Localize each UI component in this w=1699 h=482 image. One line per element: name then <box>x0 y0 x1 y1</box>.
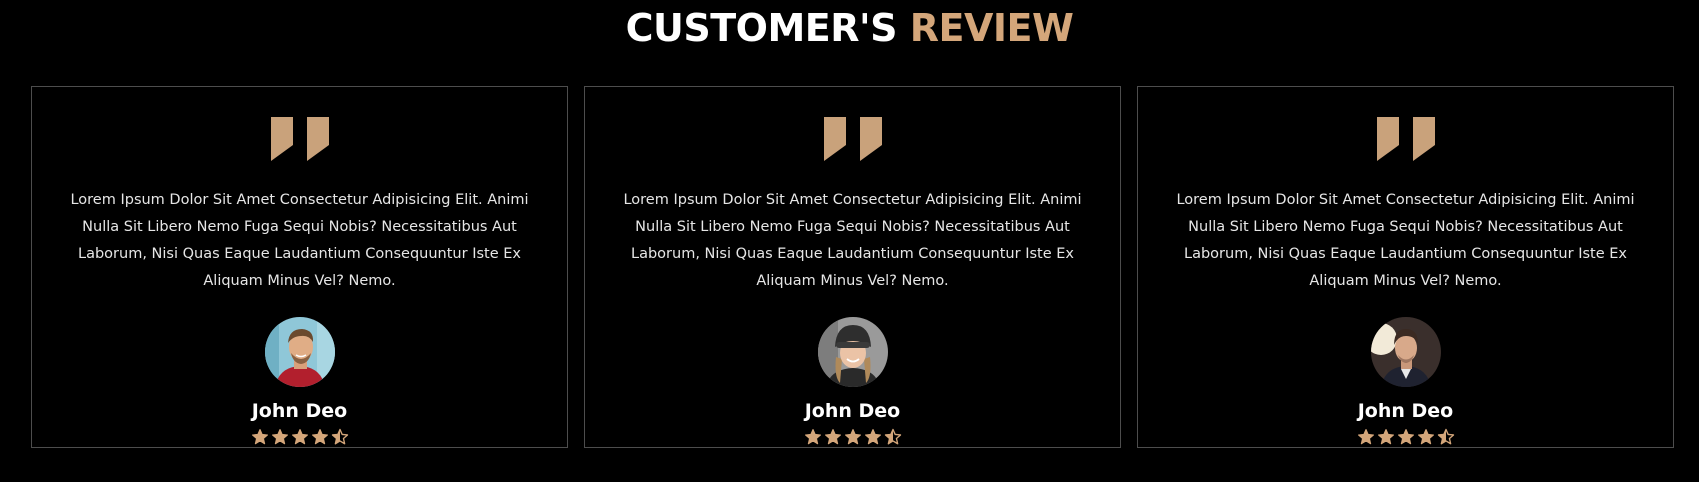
star-icon <box>1357 428 1374 445</box>
avatar <box>264 317 335 387</box>
review-cards: Lorem Ipsum Dolor Sit Amet Consectetur A… <box>31 86 1674 448</box>
star-icon <box>1397 428 1414 445</box>
star-rating <box>251 428 349 446</box>
star-icon <box>251 428 268 445</box>
reviewer-name: John Deo <box>251 400 348 422</box>
section-title-main: CUSTOMER'S <box>625 6 898 50</box>
review-text: Lorem Ipsum Dolor Sit Amet Consectetur A… <box>1176 192 1635 289</box>
star-icon <box>804 428 821 445</box>
star-rating <box>1357 428 1455 446</box>
star-half-icon <box>331 428 348 445</box>
review-text: Lorem Ipsum Dolor Sit Amet Consectetur A… <box>70 192 529 289</box>
star-icon <box>844 428 861 445</box>
star-icon <box>271 428 288 445</box>
star-icon <box>864 428 881 445</box>
section-title: CUSTOMER'S REVIEW <box>0 2 1699 54</box>
review-card: Lorem Ipsum Dolor Sit Amet Consectetur A… <box>584 86 1121 448</box>
avatar <box>1370 317 1441 387</box>
reviewer-name: John Deo <box>1357 400 1454 422</box>
star-half-icon <box>884 428 901 445</box>
star-icon <box>824 428 841 445</box>
star-rating <box>804 428 902 446</box>
section-title-accent: REVIEW <box>909 6 1074 50</box>
star-icon <box>1377 428 1394 445</box>
star-icon <box>1417 428 1434 445</box>
review-card: Lorem Ipsum Dolor Sit Amet Consectetur A… <box>31 86 568 448</box>
star-half-icon <box>1437 428 1454 445</box>
quote-icon <box>270 117 329 161</box>
review-card: Lorem Ipsum Dolor Sit Amet Consectetur A… <box>1137 86 1674 448</box>
review-text: Lorem Ipsum Dolor Sit Amet Consectetur A… <box>623 192 1082 289</box>
quote-icon <box>1376 117 1435 161</box>
reviewer-name: John Deo <box>804 400 901 422</box>
quote-icon <box>823 117 882 161</box>
star-icon <box>311 428 328 445</box>
avatar <box>817 317 888 387</box>
star-icon <box>291 428 308 445</box>
